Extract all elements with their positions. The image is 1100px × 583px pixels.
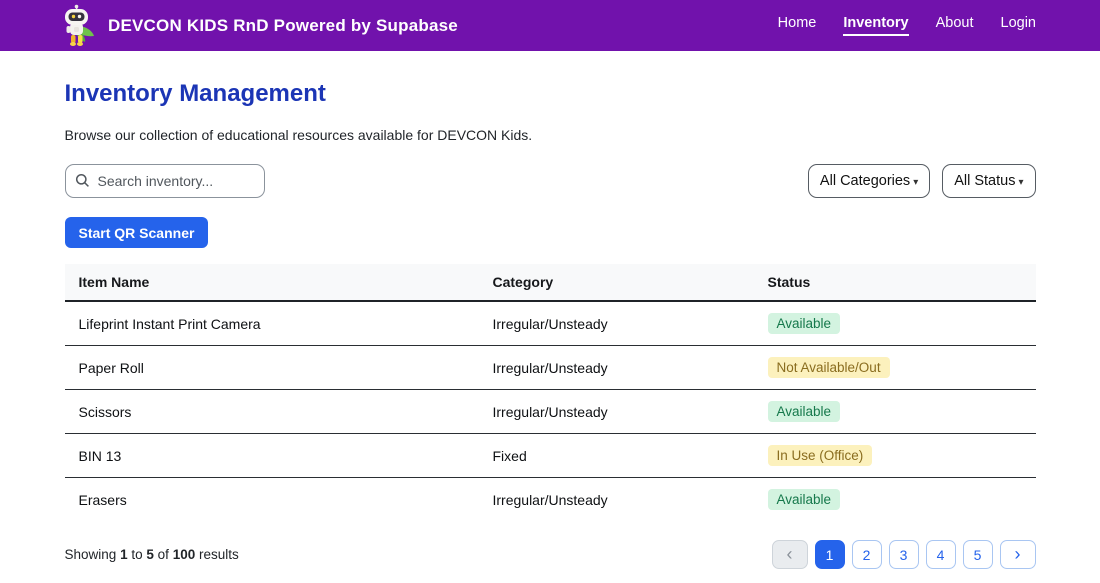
- category-filter-value: All Categories: [820, 173, 910, 189]
- inventory-table: Item Name Category Status Lifeprint Inst…: [65, 264, 1036, 521]
- nav-link-inventory[interactable]: Inventory: [843, 15, 908, 36]
- table-header-row: Item Name Category Status: [65, 264, 1036, 301]
- status-badge: In Use (Office): [768, 445, 873, 466]
- nav-link-about[interactable]: About: [936, 15, 974, 36]
- search-box: [65, 164, 265, 198]
- status-badge: Available: [768, 401, 841, 422]
- pagination: ‹ 1 2 3 4 5 ›: [772, 540, 1036, 569]
- robot-mascot-icon: [56, 3, 98, 49]
- brand: DEVCON KIDS RnD Powered by Supabase: [56, 3, 458, 49]
- category-filter-select[interactable]: All Categories ▾: [808, 164, 930, 198]
- table-row[interactable]: Scissors Irregular/Unsteady Available: [65, 390, 1036, 434]
- status-badge: Available: [768, 489, 841, 510]
- table-row[interactable]: BIN 13 Fixed In Use (Office): [65, 434, 1036, 478]
- item-name-cell: BIN 13: [65, 434, 479, 478]
- page-button-3[interactable]: 3: [889, 540, 919, 569]
- item-name-cell: Lifeprint Instant Print Camera: [65, 301, 479, 346]
- table-row[interactable]: Lifeprint Instant Print Camera Irregular…: [65, 301, 1036, 346]
- category-cell: Fixed: [479, 434, 754, 478]
- status-badge: Available: [768, 313, 841, 334]
- table-row[interactable]: Erasers Irregular/Unsteady Available: [65, 478, 1036, 522]
- status-filter-value: All Status: [954, 173, 1015, 189]
- column-header-item-name: Item Name: [65, 264, 479, 301]
- category-cell: Irregular/Unsteady: [479, 346, 754, 390]
- nav-link-login[interactable]: Login: [1001, 15, 1036, 36]
- chevron-left-icon: ‹: [787, 545, 793, 563]
- page-button-4[interactable]: 4: [926, 540, 956, 569]
- table-footer: Showing 1 to 5 of 100 results ‹ 1 2 3 4 …: [65, 540, 1036, 569]
- page-button-2[interactable]: 2: [852, 540, 882, 569]
- previous-page-button[interactable]: ‹: [772, 540, 808, 569]
- status-filter-select[interactable]: All Status ▾: [942, 164, 1035, 198]
- page-title: Inventory Management: [65, 80, 1036, 108]
- next-page-button[interactable]: ›: [1000, 540, 1036, 569]
- page-subtitle: Browse our collection of educational res…: [65, 127, 1036, 143]
- page-button-1[interactable]: 1: [815, 540, 845, 569]
- table-row[interactable]: Paper Roll Irregular/Unsteady Not Availa…: [65, 346, 1036, 390]
- category-cell: Irregular/Unsteady: [479, 478, 754, 522]
- page-button-5[interactable]: 5: [963, 540, 993, 569]
- chevron-down-icon: ▾: [913, 177, 918, 188]
- status-badge: Not Available/Out: [768, 357, 890, 378]
- item-name-cell: Scissors: [65, 390, 479, 434]
- category-cell: Irregular/Unsteady: [479, 390, 754, 434]
- filters: All Categories ▾ All Status ▾: [808, 164, 1036, 198]
- chevron-right-icon: ›: [1015, 545, 1021, 563]
- toolbar: All Categories ▾ All Status ▾: [65, 164, 1036, 198]
- search-input[interactable]: [65, 164, 265, 198]
- top-navbar: DEVCON KIDS RnD Powered by Supabase Home…: [0, 0, 1100, 51]
- results-summary: Showing 1 to 5 of 100 results: [65, 547, 239, 562]
- start-qr-scanner-button[interactable]: Start QR Scanner: [65, 217, 209, 248]
- brand-title: DEVCON KIDS RnD Powered by Supabase: [108, 16, 458, 36]
- nav-link-home[interactable]: Home: [778, 15, 817, 36]
- item-name-cell: Paper Roll: [65, 346, 479, 390]
- column-header-category: Category: [479, 264, 754, 301]
- category-cell: Irregular/Unsteady: [479, 301, 754, 346]
- main-nav: Home Inventory About Login: [778, 15, 1036, 36]
- item-name-cell: Erasers: [65, 478, 479, 522]
- main-content: Inventory Management Browse our collecti…: [65, 80, 1036, 569]
- column-header-status: Status: [754, 264, 1036, 301]
- chevron-down-icon: ▾: [1018, 177, 1023, 188]
